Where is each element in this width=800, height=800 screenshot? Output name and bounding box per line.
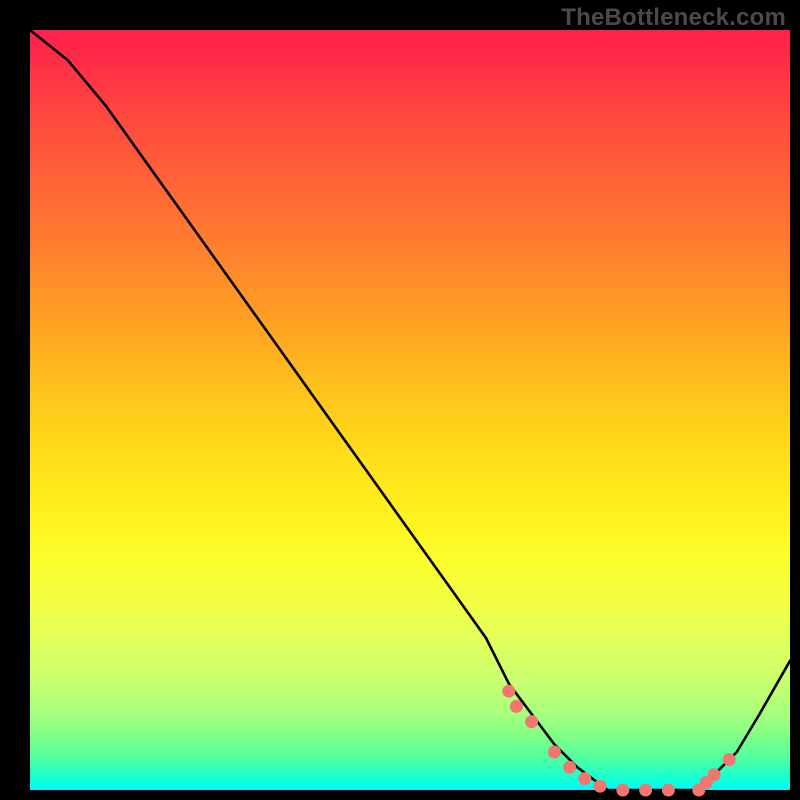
watermark-text: TheBottleneck.com xyxy=(561,4,786,32)
plot-gradient-background xyxy=(30,30,790,790)
bottleneck-curve xyxy=(30,30,790,790)
highlight-dot xyxy=(594,780,607,793)
chart-frame: TheBottleneck.com xyxy=(0,0,800,800)
highlight-dot xyxy=(525,715,538,728)
highlight-dot xyxy=(563,761,576,774)
highlight-dot xyxy=(510,700,523,713)
highlight-dot xyxy=(578,772,591,785)
highlight-dots-group xyxy=(502,685,735,797)
highlight-dot xyxy=(662,784,675,797)
highlight-dot xyxy=(723,753,736,766)
chart-svg xyxy=(30,30,790,790)
highlight-dot xyxy=(548,746,561,759)
highlight-dot xyxy=(502,685,515,698)
highlight-dot xyxy=(639,784,652,797)
highlight-dot xyxy=(616,784,629,797)
highlight-dot xyxy=(708,768,721,781)
